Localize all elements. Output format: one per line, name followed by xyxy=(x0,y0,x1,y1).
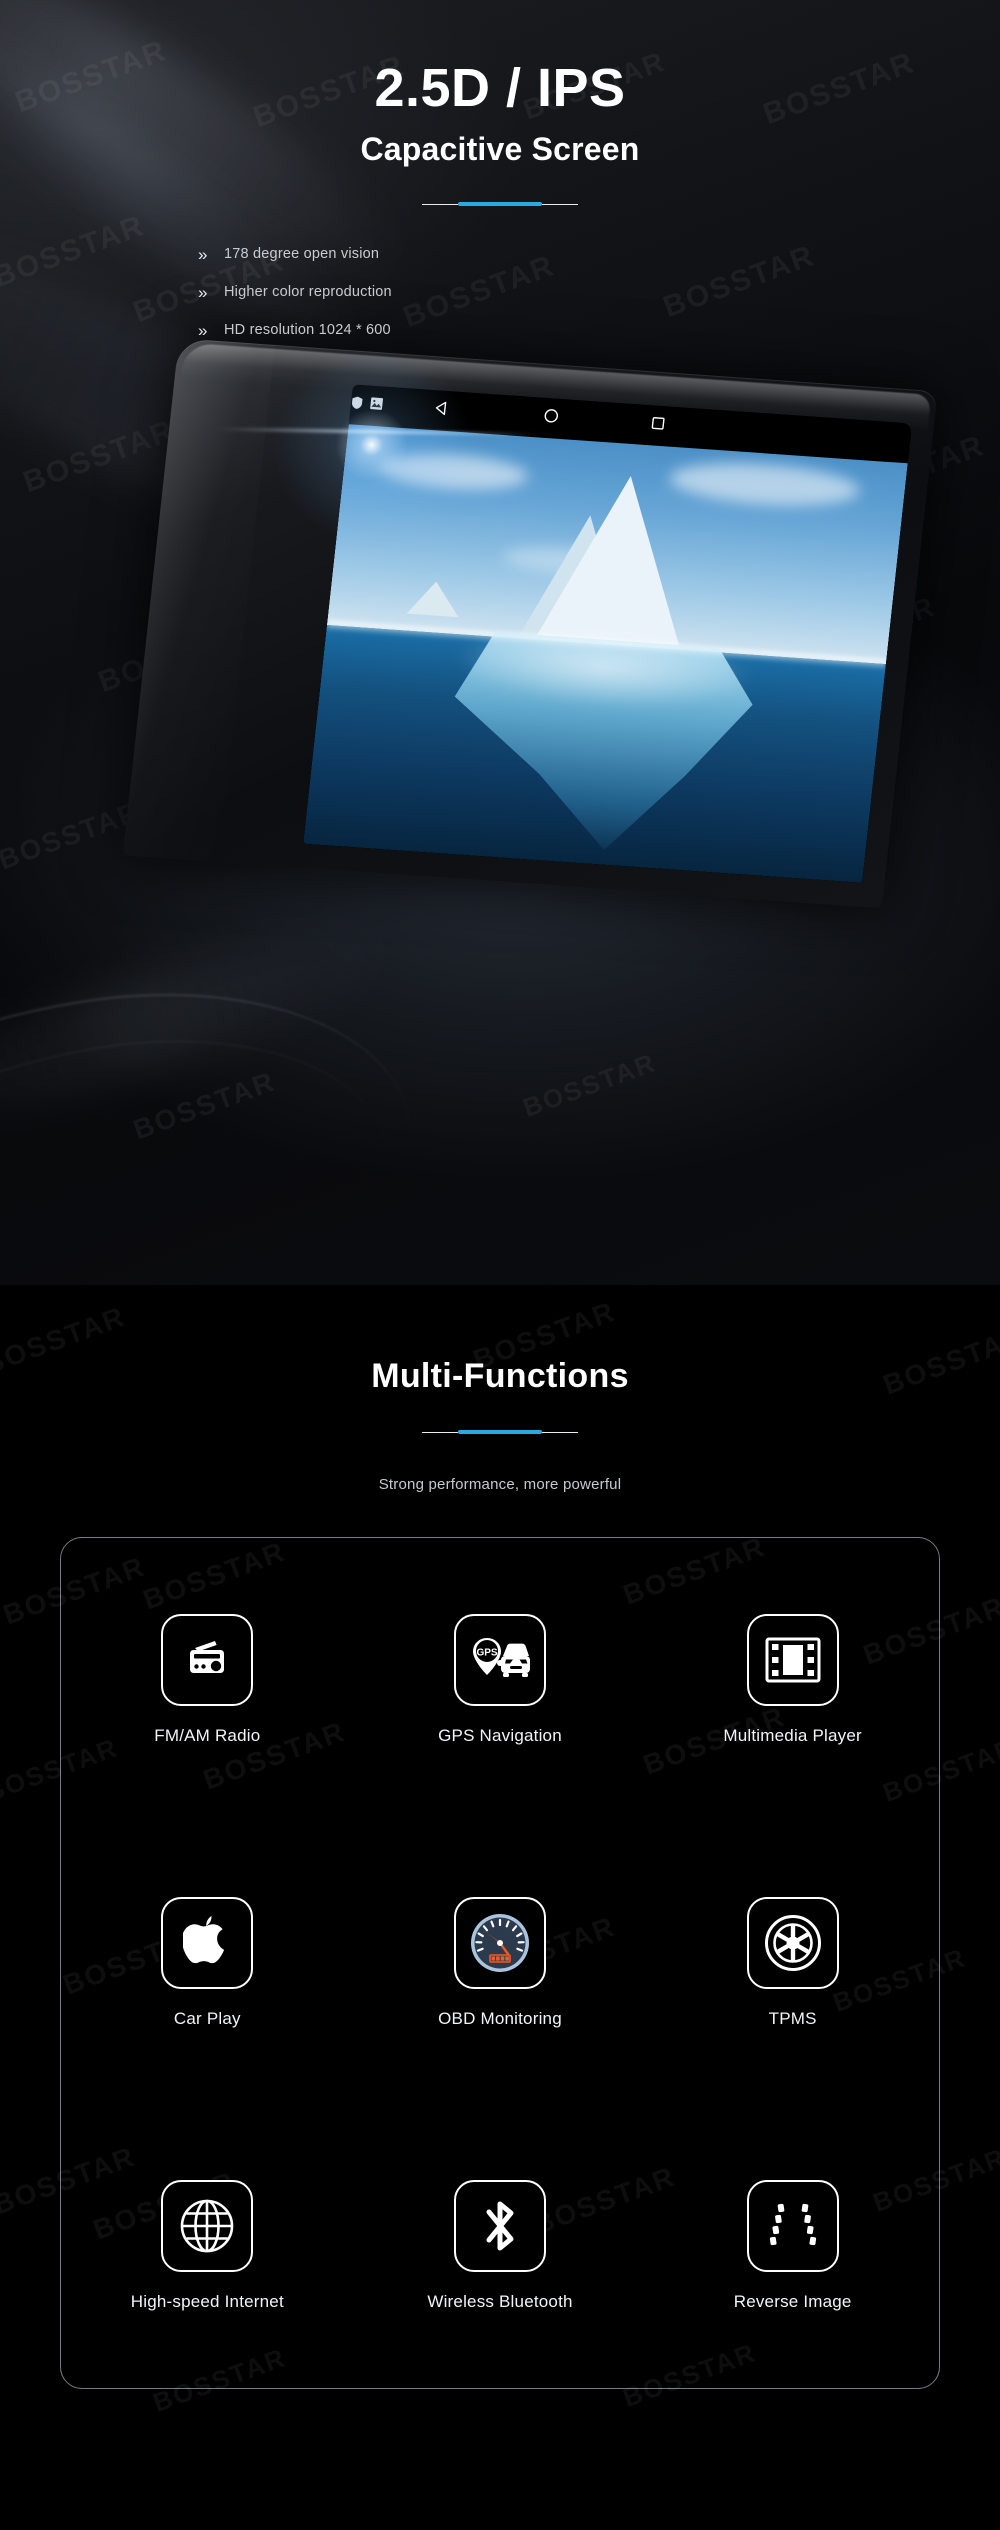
function-item-label: GPS Navigation xyxy=(438,1725,562,1745)
function-item[interactable]: OBD Monitoring xyxy=(438,1896,562,2029)
triangle-back-icon[interactable] xyxy=(432,399,451,422)
functions-grid-panel: FM/AM Radio GPS GPS Navigation Multimedi… xyxy=(60,1537,940,2389)
page-title: 2.5D / IPS xyxy=(374,58,626,118)
image-icon xyxy=(369,397,384,416)
device-bezel xyxy=(122,338,938,909)
divider-right-line xyxy=(542,1431,578,1433)
function-item[interactable]: Car Play xyxy=(161,1896,254,2029)
radio-icon[interactable] xyxy=(161,1613,254,1706)
feature-bullet-label: HD resolution 1024 * 600 xyxy=(224,322,391,339)
square-recents-icon[interactable] xyxy=(649,415,666,436)
apple-icon[interactable] xyxy=(161,1896,254,1989)
function-item-label: Car Play xyxy=(173,2008,241,2028)
hero-section: 2.5D / IPS Capacitive Screen » 178 degree… xyxy=(0,0,1000,1285)
circle-home-icon[interactable] xyxy=(541,407,560,430)
chevron-double-right-icon: » xyxy=(198,282,208,302)
functions-title: Multi-Functions xyxy=(371,1357,629,1395)
function-item[interactable]: GPS GPS Navigation xyxy=(438,1613,562,1746)
shield-icon xyxy=(350,395,364,415)
divider-accent-bar xyxy=(458,1430,542,1434)
feature-bullet-label: 178 degree open vision xyxy=(224,246,380,263)
function-item-label: Wireless Bluetooth xyxy=(427,2292,573,2312)
function-item-label: Multimedia Player xyxy=(723,1725,862,1745)
function-item[interactable]: Wireless Bluetooth xyxy=(427,2180,572,2312)
device-edge-highlight xyxy=(122,338,275,862)
function-item-label: Reverse Image xyxy=(733,2292,852,2312)
wallpaper-iceberg-small xyxy=(407,579,463,617)
screen-wallpaper-iceberg xyxy=(303,422,908,883)
hero-header: 2.5D / IPS Capacitive Screen » 178 degree… xyxy=(0,0,1000,344)
divider-right-line xyxy=(542,203,578,206)
function-item[interactable]: High-speed Internet xyxy=(131,2180,284,2312)
feature-bullet-list: » 178 degree open vision » Higher color rep… xyxy=(0,240,1000,344)
status-icon-group xyxy=(350,395,384,416)
gps-car-icon[interactable]: GPS xyxy=(453,1613,546,1706)
feature-bullet: » Higher color reproduction xyxy=(198,278,1000,306)
multi-functions-section: Multi-Functions Strong performance, more… xyxy=(0,1285,1000,2530)
gauge-icon[interactable] xyxy=(453,1896,546,1989)
function-item[interactable]: Reverse Image xyxy=(734,2180,852,2312)
function-item[interactable]: FM/AM Radio xyxy=(154,1613,261,1746)
function-item-label: FM/AM Radio xyxy=(154,1725,261,1745)
function-item-label: TPMS xyxy=(768,2008,817,2028)
hero-divider xyxy=(422,202,578,207)
functions-divider xyxy=(422,1430,578,1434)
svg-text:GPS: GPS xyxy=(476,1647,497,1658)
bluetooth-icon[interactable] xyxy=(453,2180,546,2273)
functions-subtitle: Strong performance, more powerful xyxy=(378,1476,622,1493)
globe-icon[interactable] xyxy=(161,2180,254,2273)
chevron-double-right-icon: » xyxy=(198,244,208,264)
divider-left-line xyxy=(422,1431,458,1433)
page-subtitle: Capacitive Screen xyxy=(360,131,640,168)
feature-bullet-label: Higher color reproduction xyxy=(224,284,392,301)
function-item-label: High-speed Internet xyxy=(130,2292,284,2312)
head-unit-device xyxy=(119,322,1000,958)
function-item[interactable]: Multimedia Player xyxy=(723,1613,862,1746)
device-screen xyxy=(303,384,913,883)
tire-icon[interactable] xyxy=(746,1896,839,1989)
chevron-double-right-icon: » xyxy=(198,320,208,340)
function-item-label: OBD Monitoring xyxy=(438,2008,562,2028)
divider-accent-bar xyxy=(458,202,542,207)
film-icon[interactable] xyxy=(746,1613,839,1706)
feature-bullet: » HD resolution 1024 * 600 xyxy=(198,316,1000,344)
parking-lines-icon[interactable] xyxy=(746,2180,839,2273)
brand-watermark: BOSSTAR xyxy=(18,413,180,500)
divider-left-line xyxy=(422,203,458,206)
functions-header: Multi-Functions Strong performance, more… xyxy=(0,1285,1000,1493)
feature-bullet: » 178 degree open vision xyxy=(198,240,1000,268)
brand-watermark: BOSSTAR xyxy=(518,1047,660,1123)
function-item[interactable]: TPMS xyxy=(746,1896,839,2029)
